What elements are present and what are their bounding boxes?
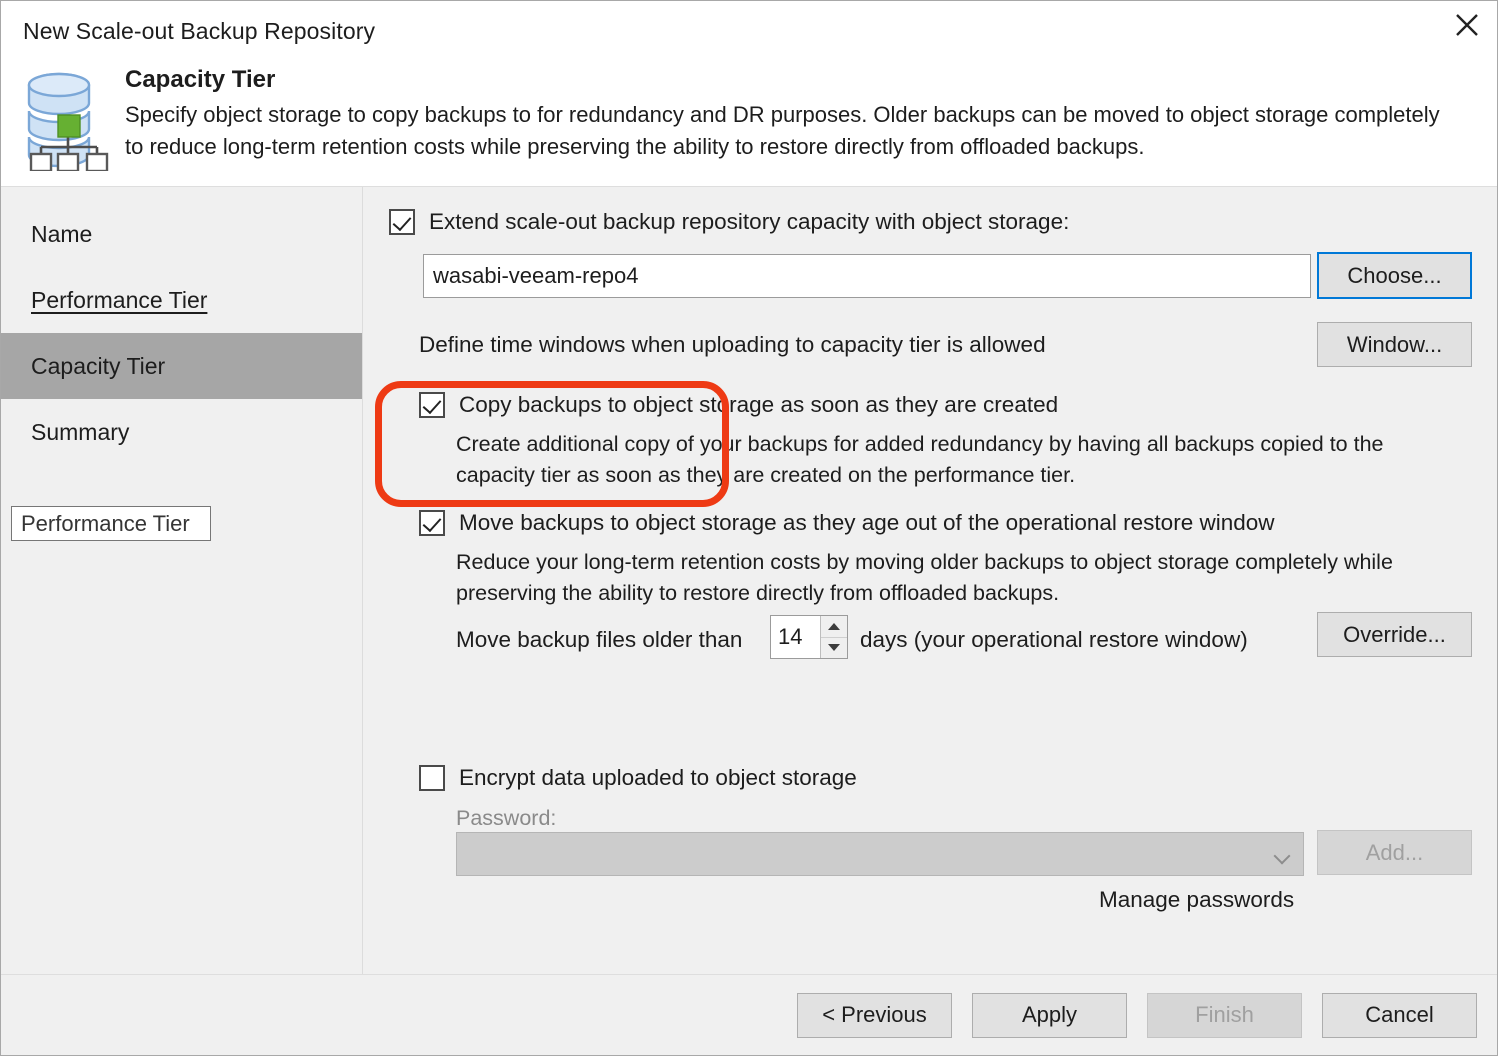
password-label: Password: — [456, 806, 557, 830]
copy-backups-label: Copy backups to object storage as soon a… — [459, 392, 1059, 417]
copy-backups-row: Copy backups to object storage as soon a… — [419, 392, 1058, 418]
apply-button[interactable]: Apply — [972, 992, 1127, 1038]
move-backups-label: Move backups to object storage as they a… — [459, 510, 1275, 535]
move-backups-row: Move backups to object storage as they a… — [419, 510, 1275, 536]
days-value: 14 — [778, 624, 803, 649]
move-backups-description: Reduce your long-term retention costs by… — [456, 550, 1393, 606]
wizard-steps-sidebar: Name Performance Tier Capacity Tier Summ… — [1, 187, 363, 974]
sidebar-item-summary[interactable]: Summary — [1, 399, 362, 465]
scale-out-repository-icon — [17, 61, 125, 171]
window-button[interactable]: Window... — [1317, 322, 1472, 367]
sidebar-item-label: Capacity Tier — [31, 352, 166, 379]
move-older-than-prefix: Move backup files older than — [456, 627, 743, 652]
dialog-body: Name Performance Tier Capacity Tier Summ… — [1, 187, 1497, 974]
move-older-than-suffix: days (your operational restore window) — [860, 627, 1248, 652]
chevron-down-icon — [1274, 850, 1290, 859]
dialog-footer: < Previous Apply Finish Cancel — [1, 974, 1497, 1055]
move-backups-checkbox[interactable] — [419, 510, 445, 536]
override-button[interactable]: Override... — [1317, 612, 1472, 657]
extend-capacity-row: Extend scale-out backup repository capac… — [389, 209, 1069, 235]
tooltip-performance-tier: Performance Tier — [11, 506, 211, 541]
sidebar-item-label: Summary — [31, 418, 130, 445]
page-title: Capacity Tier — [125, 66, 276, 93]
choose-button[interactable]: Choose... — [1317, 252, 1472, 299]
repository-input-value: wasabi-veeam-repo4 — [433, 263, 639, 288]
encrypt-label: Encrypt data uploaded to object storage — [459, 765, 857, 790]
copy-backups-description: Create additional copy of your backups f… — [456, 432, 1384, 488]
finish-button: Finish — [1147, 992, 1302, 1038]
stepper-up-icon[interactable] — [821, 616, 847, 638]
copy-backups-checkbox[interactable] — [419, 392, 445, 418]
sidebar-item-label: Name — [31, 220, 93, 247]
days-stepper[interactable]: 14 — [770, 615, 848, 659]
title-bar: New Scale-out Backup Repository — [1, 1, 1497, 61]
repository-input[interactable]: wasabi-veeam-repo4 — [423, 254, 1311, 298]
add-password-button: Add... — [1317, 830, 1472, 875]
page-description: Specify object storage to copy backups t… — [125, 102, 1440, 159]
password-select[interactable] — [456, 832, 1304, 876]
sidebar-item-name[interactable]: Name — [1, 201, 362, 267]
manage-passwords-link[interactable]: Manage passwords — [1099, 887, 1294, 913]
window-title: New Scale-out Backup Repository — [23, 17, 376, 44]
extend-capacity-checkbox[interactable] — [389, 209, 415, 235]
encrypt-row: Encrypt data uploaded to object storage — [419, 765, 857, 791]
close-icon[interactable] — [1437, 1, 1497, 49]
dialog-window: New Scale-out Backup Repository Capacity… — [0, 0, 1498, 1056]
extend-capacity-label: Extend scale-out backup repository capac… — [429, 209, 1070, 234]
sidebar-item-performance-tier[interactable]: Performance Tier — [1, 267, 362, 333]
sidebar-item-label: Performance Tier — [31, 286, 208, 313]
time-window-label: Define time windows when uploading to ca… — [419, 332, 1046, 357]
encrypt-checkbox[interactable] — [419, 765, 445, 791]
cancel-button[interactable]: Cancel — [1322, 992, 1477, 1038]
previous-button[interactable]: < Previous — [797, 992, 952, 1038]
main-content-panel: Extend scale-out backup repository capac… — [363, 187, 1497, 974]
dialog-header: Capacity Tier Specify object storage to … — [1, 61, 1497, 187]
sidebar-item-capacity-tier[interactable]: Capacity Tier — [1, 333, 362, 399]
stepper-down-icon[interactable] — [821, 637, 847, 658]
